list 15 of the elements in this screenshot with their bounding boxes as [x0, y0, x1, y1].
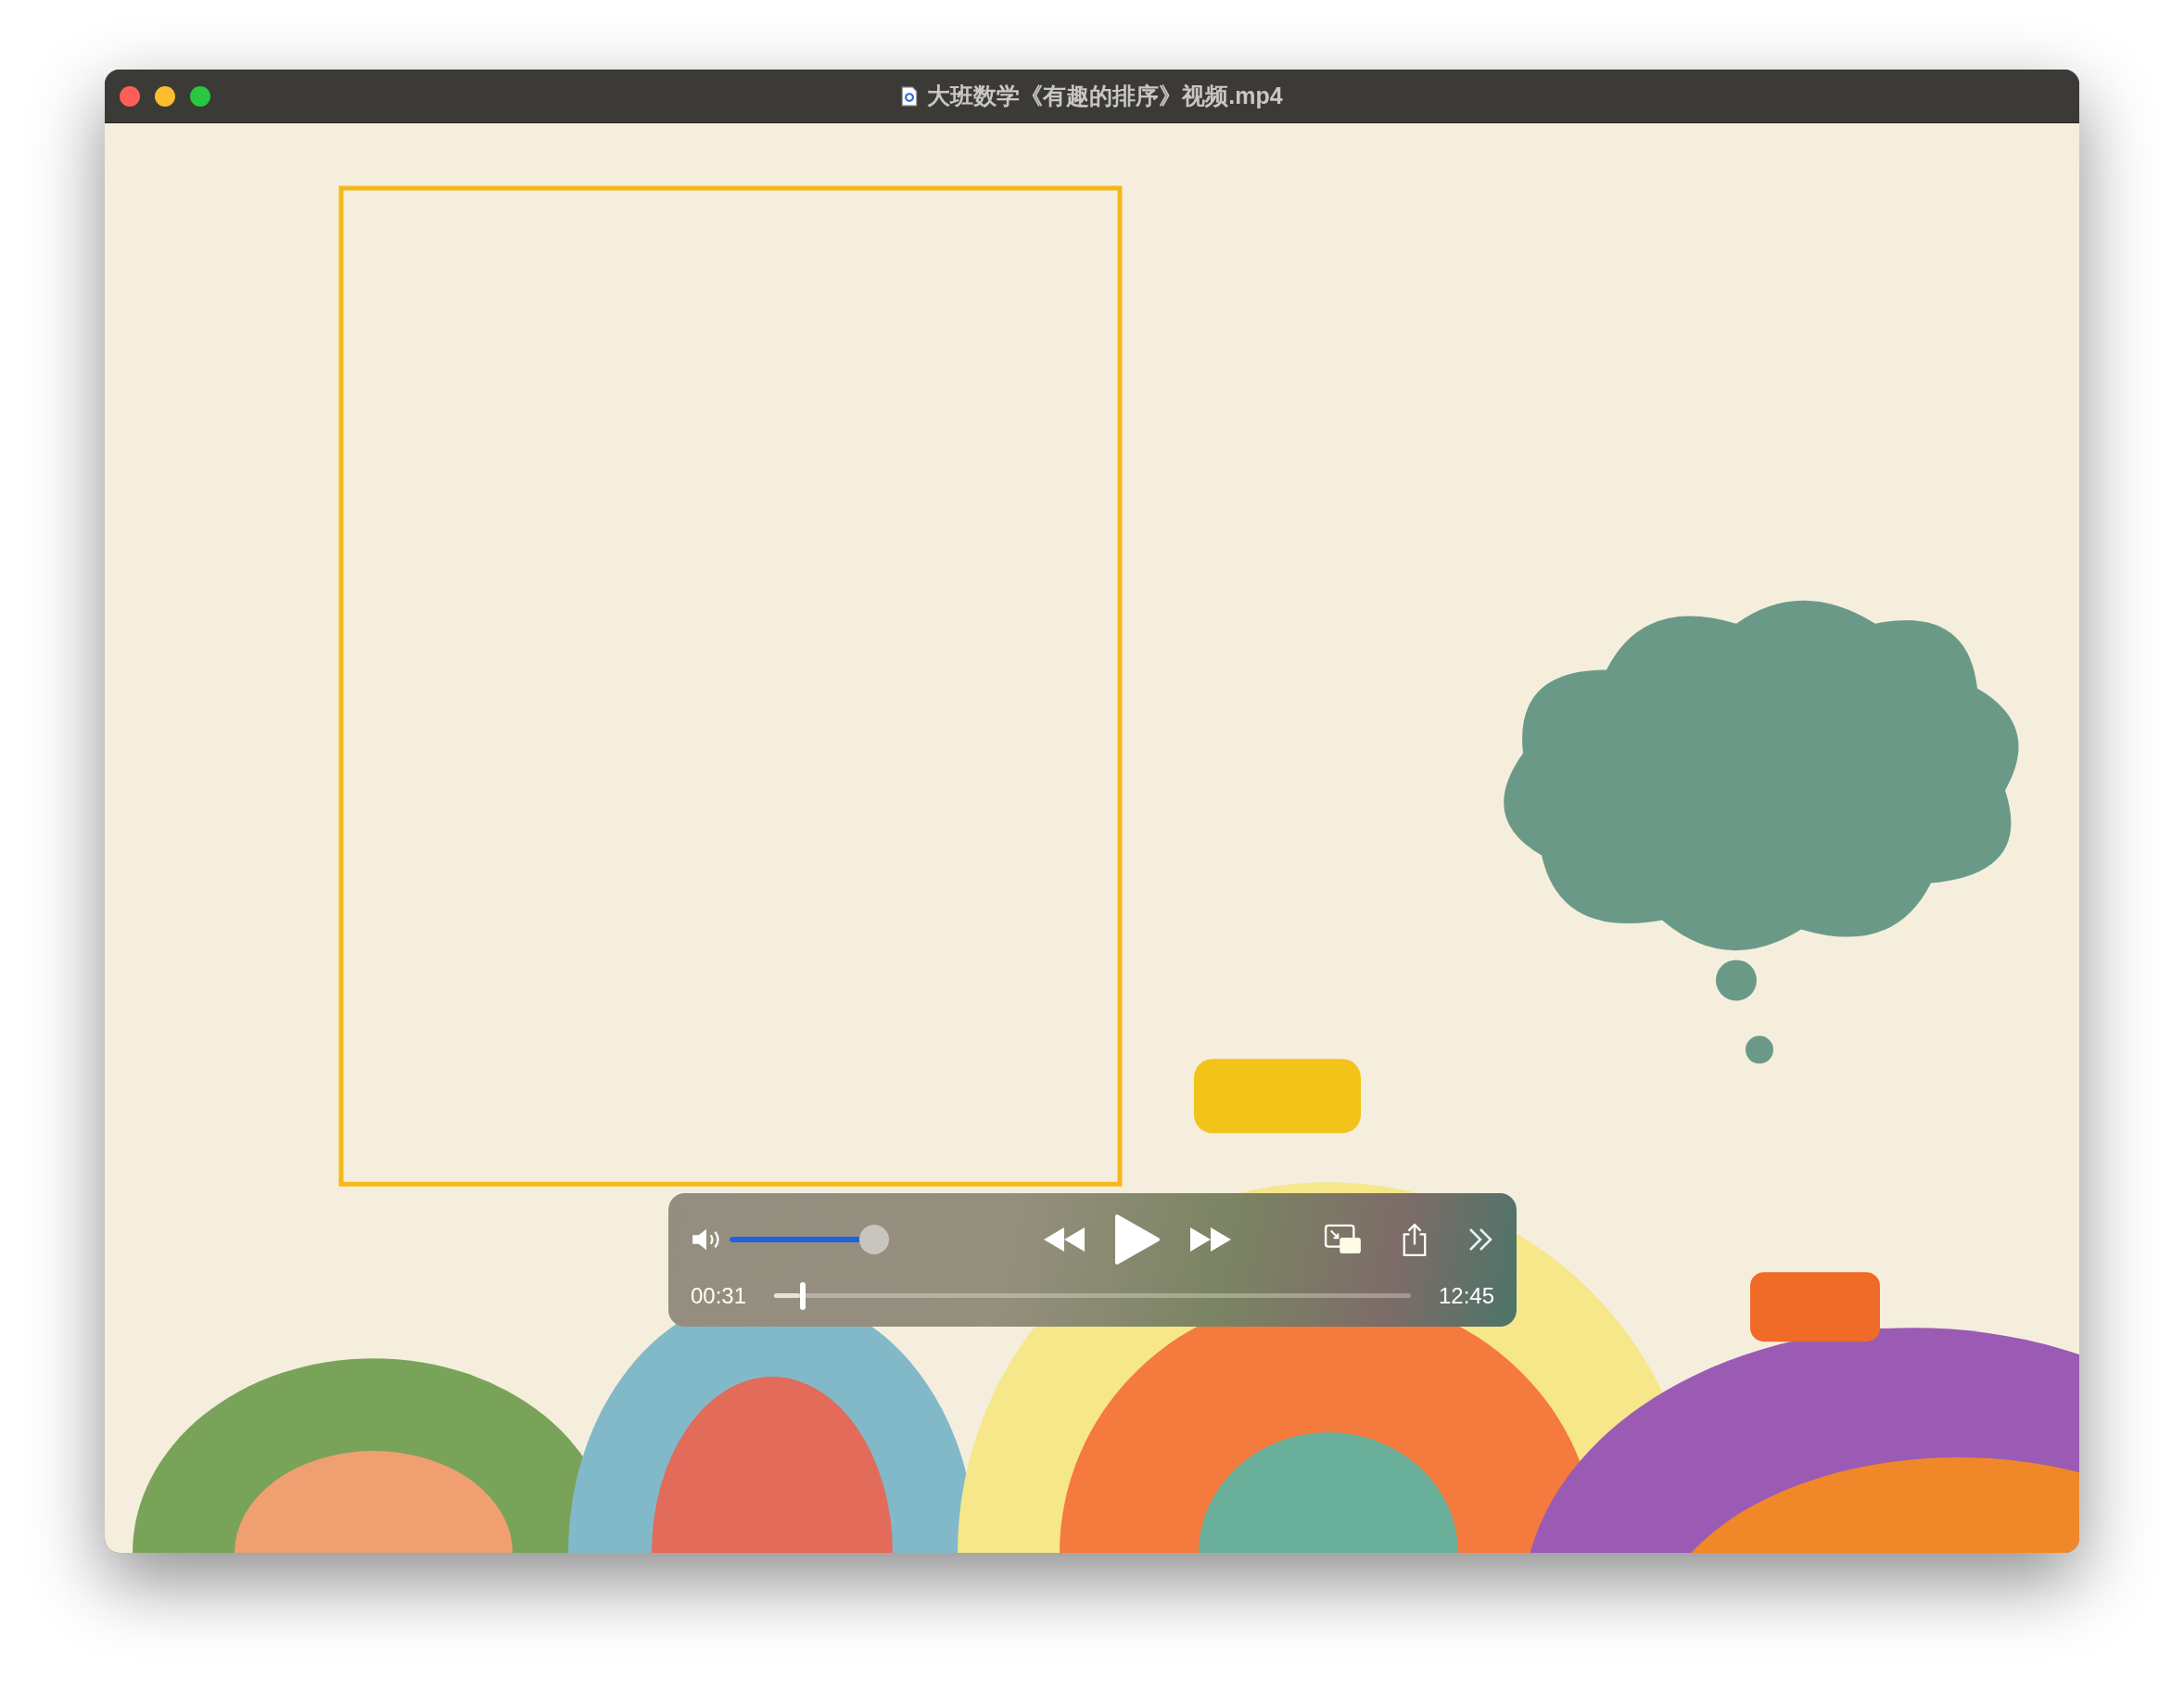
volume-icon[interactable] [691, 1227, 722, 1252]
close-button[interactable] [120, 85, 140, 107]
elapsed-time: 00:31 [691, 1283, 747, 1309]
picture-in-picture-icon[interactable] [1324, 1224, 1363, 1255]
fast-forward-icon[interactable] [1187, 1226, 1231, 1253]
rewind-icon[interactable] [1043, 1226, 1086, 1253]
progress-bar[interactable] [774, 1282, 1411, 1310]
zoom-button[interactable] [190, 85, 210, 107]
file-icon [901, 85, 919, 107]
share-icon[interactable] [1402, 1222, 1428, 1257]
play-icon[interactable] [1113, 1214, 1161, 1265]
window-title: 大班数学《有趣的排序》视频.mp4 [927, 82, 1283, 110]
volume-slider[interactable] [730, 1225, 889, 1254]
duration-time: 12:45 [1438, 1283, 1494, 1309]
minimize-button[interactable] [155, 85, 175, 107]
